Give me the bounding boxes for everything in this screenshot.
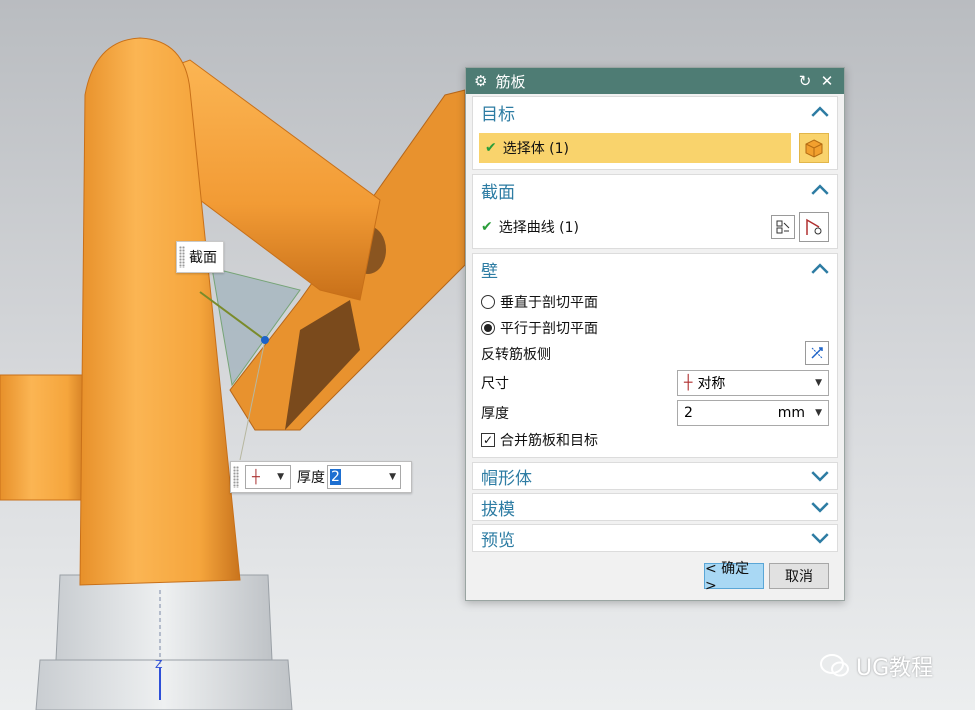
check-icon: ✔ [481, 219, 493, 235]
cap-header[interactable]: 帽形体 [473, 463, 837, 489]
chevron-down-icon: ▼ [277, 472, 284, 482]
grip-handle[interactable] [233, 466, 239, 488]
grip-handle[interactable] [179, 246, 185, 268]
section-label: 截面 [189, 250, 217, 266]
section-header[interactable]: 截面 [473, 175, 837, 205]
draft-header-label: 拔模 [481, 499, 515, 520]
z-axis-label: Z [155, 658, 163, 671]
symmetric-icon: ┼ [252, 469, 260, 485]
radio-button[interactable] [481, 295, 495, 309]
watermark-text: UG教程 [856, 656, 934, 681]
thickness-input[interactable]: 2 ▼ [327, 465, 401, 489]
sketch-icon [776, 220, 790, 234]
thickness-field[interactable]: 2 mm ▼ [677, 400, 829, 426]
reset-icon[interactable]: ↻ [796, 72, 814, 90]
chevron-up-icon[interactable] [811, 105, 829, 119]
flip-side-button[interactable] [805, 341, 829, 365]
target-group: 目标 ✔ 选择体 (1) [472, 96, 838, 170]
draft-group[interactable]: 拔模 [472, 493, 838, 521]
thickness-unit: mm [777, 405, 806, 421]
thickness-label: 厚度 [481, 406, 509, 422]
size-dropdown[interactable]: ┼ 对称 ▼ [677, 370, 829, 396]
preview-header-label: 预览 [481, 530, 515, 551]
chevron-up-icon[interactable] [811, 262, 829, 276]
perpendicular-label: 垂直于剖切平面 [500, 295, 598, 311]
cancel-button[interactable]: 取消 [769, 563, 829, 589]
parallel-radio[interactable]: 平行于剖切平面 [481, 318, 829, 338]
thickness-label: 厚度 [297, 470, 325, 486]
radio-button-selected[interactable] [481, 321, 495, 335]
select-body-label: 选择体 (1) [502, 141, 570, 157]
chevron-down-icon: ▼ [815, 378, 822, 388]
section-label-tag: 截面 [176, 241, 224, 273]
wall-header-label: 壁 [481, 261, 498, 282]
side-arm [0, 374, 91, 501]
merge-checkbox[interactable]: ✓ [481, 433, 495, 447]
size-mode-dropdown[interactable]: ┼ ▼ [245, 465, 291, 489]
cap-header-label: 帽形体 [481, 468, 532, 489]
target-header-label: 目标 [481, 104, 515, 125]
thickness-value[interactable]: 2 [684, 405, 778, 421]
preview-group[interactable]: 预览 [472, 524, 838, 552]
gear-icon[interactable]: ⚙ [474, 72, 487, 90]
cube-icon [805, 139, 823, 158]
select-body-row[interactable]: ✔ 选择体 (1) [479, 133, 791, 163]
flip-direction-icon [811, 347, 823, 359]
size-label: 尺寸 [481, 376, 509, 392]
select-curve-button[interactable] [799, 212, 829, 242]
chevron-down-icon[interactable] [811, 500, 829, 514]
section-group: 截面 ✔ 选择曲线 (1) [472, 174, 838, 249]
flip-row: 反转筋板侧 [481, 344, 829, 364]
thickness-value[interactable]: 2 [330, 469, 341, 485]
symmetric-icon: ┼ [684, 375, 693, 391]
wall-header[interactable]: 壁 [473, 254, 837, 284]
watermark: UG教程 [820, 650, 933, 682]
size-value: 对称 [697, 376, 726, 392]
section-header-label: 截面 [481, 182, 515, 203]
flip-label: 反转筋板侧 [481, 347, 551, 363]
rib-dialog: ⚙ 筋板 ↻ ✕ 目标 ✔ 选择体 (1) 截面 ✔ 选择曲线 (1) 壁 垂直… [465, 67, 845, 601]
merge-label: 合并筋板和目标 [500, 433, 598, 449]
preview-header[interactable]: 预览 [473, 525, 837, 551]
close-icon[interactable]: ✕ [818, 72, 836, 90]
chevron-down-icon[interactable]: ▼ [389, 472, 396, 482]
chevron-up-icon[interactable] [811, 183, 829, 197]
dialog-title: 筋板 [495, 72, 526, 91]
merge-checkbox-row[interactable]: ✓ 合并筋板和目标 [481, 430, 829, 450]
target-header[interactable]: 目标 [473, 97, 837, 127]
wechat-icon [820, 654, 849, 677]
wall-group: 壁 垂直于剖切平面 平行于剖切平面 反转筋板侧 尺寸 ┼ 对称 ▼ 厚度 2 m… [472, 253, 838, 458]
cap-group[interactable]: 帽形体 [472, 462, 838, 490]
dialog-titlebar[interactable]: ⚙ 筋板 ↻ ✕ [466, 68, 844, 94]
curve-icon [806, 218, 822, 235]
sketch-section-button[interactable] [771, 215, 795, 239]
chevron-down-icon[interactable] [811, 469, 829, 483]
chevron-down-icon[interactable]: ▼ [815, 408, 822, 418]
draft-header[interactable]: 拔模 [473, 494, 837, 520]
ok-button[interactable]: < 确定 > [704, 561, 764, 594]
parallel-label: 平行于剖切平面 [500, 321, 598, 337]
check-icon: ✔ [485, 140, 497, 156]
vector-handle [261, 336, 269, 344]
chevron-down-icon[interactable] [811, 531, 829, 545]
onscreen-input-bar: ┼ ▼ 厚度 2 ▼ [230, 461, 412, 493]
select-curve-label: 选择曲线 (1) [498, 220, 580, 236]
perpendicular-radio[interactable]: 垂直于剖切平面 [481, 292, 829, 312]
base-part [35, 574, 293, 710]
select-body-button[interactable] [799, 133, 829, 163]
